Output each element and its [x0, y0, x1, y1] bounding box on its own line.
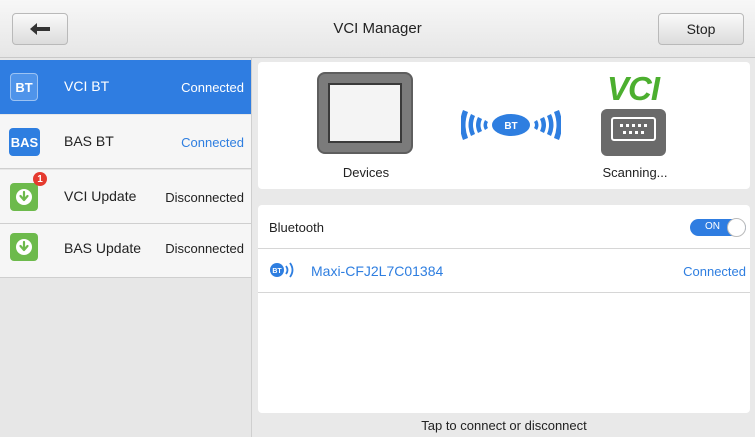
status-text: Connected — [181, 80, 244, 95]
footer-hint: Tap to connect or disconnect — [421, 418, 587, 433]
tablet-screen — [328, 83, 402, 143]
sidebar-item-label: VCI Update — [64, 188, 137, 204]
obd-port — [611, 117, 656, 141]
bt-signal-icon: BT — [270, 262, 294, 278]
tablet-device-icon — [317, 72, 413, 154]
signal-icon-label: BT — [504, 121, 517, 132]
download-arrow-icon — [16, 189, 32, 205]
bluetooth-row: Bluetooth ON — [258, 205, 750, 249]
status-text: Connected — [181, 135, 244, 150]
top-bar: VCI Manager Stop — [0, 0, 755, 58]
download-arrow-icon — [16, 239, 32, 255]
device-status: Connected — [683, 264, 746, 279]
connection-status-panel: Devices BT VCI Scanning... — [258, 62, 750, 189]
status-text: Disconnected — [165, 241, 244, 256]
device-list-item[interactable]: BT Maxi-CFJ2L7C01384 Connected — [258, 249, 750, 293]
bt-icon: BT — [10, 73, 38, 101]
download-icon — [10, 233, 38, 261]
toggle-knob — [727, 218, 746, 237]
sidebar-item-label: VCI BT — [64, 78, 110, 94]
arrow-left-icon — [30, 23, 50, 35]
sidebar-item-label: BAS BT — [64, 133, 114, 149]
sidebar-item-vci-update[interactable]: 1 VCI Update Disconnected — [0, 170, 251, 224]
vci-logo: VCI — [607, 70, 660, 107]
scanning-label: Scanning... — [602, 165, 668, 180]
notification-badge: 1 — [33, 172, 47, 186]
download-icon — [10, 183, 38, 211]
page-title: VCI Manager — [333, 20, 422, 37]
devices-label: Devices — [342, 165, 390, 180]
sidebar-item-vci-bt[interactable]: BT VCI BT Connected — [0, 60, 251, 114]
sidebar-item-bas-bt[interactable]: BAS BAS BT Connected — [0, 115, 251, 169]
status-text: Disconnected — [165, 190, 244, 205]
bluetooth-label: Bluetooth — [269, 220, 324, 235]
bluetooth-panel: Bluetooth ON BT Maxi-CFJ2L7C01384 Connec… — [258, 205, 750, 413]
bluetooth-signal-icon: BT — [461, 110, 561, 140]
back-button[interactable] — [12, 13, 68, 45]
bluetooth-toggle[interactable]: ON — [690, 218, 746, 237]
bas-icon: BAS — [9, 128, 40, 156]
stop-button[interactable]: Stop — [658, 13, 744, 45]
toggle-text: ON — [705, 221, 720, 232]
sidebar-item-bas-update[interactable]: BAS Update Disconnected — [0, 224, 251, 278]
sidebar: BT VCI BT Connected BAS BAS BT Connected… — [0, 58, 252, 437]
device-name: Maxi-CFJ2L7C01384 — [311, 263, 444, 279]
obd-connector-icon — [601, 109, 666, 156]
sidebar-item-label: BAS Update — [64, 240, 142, 256]
device-icon-label: BT — [272, 268, 282, 275]
